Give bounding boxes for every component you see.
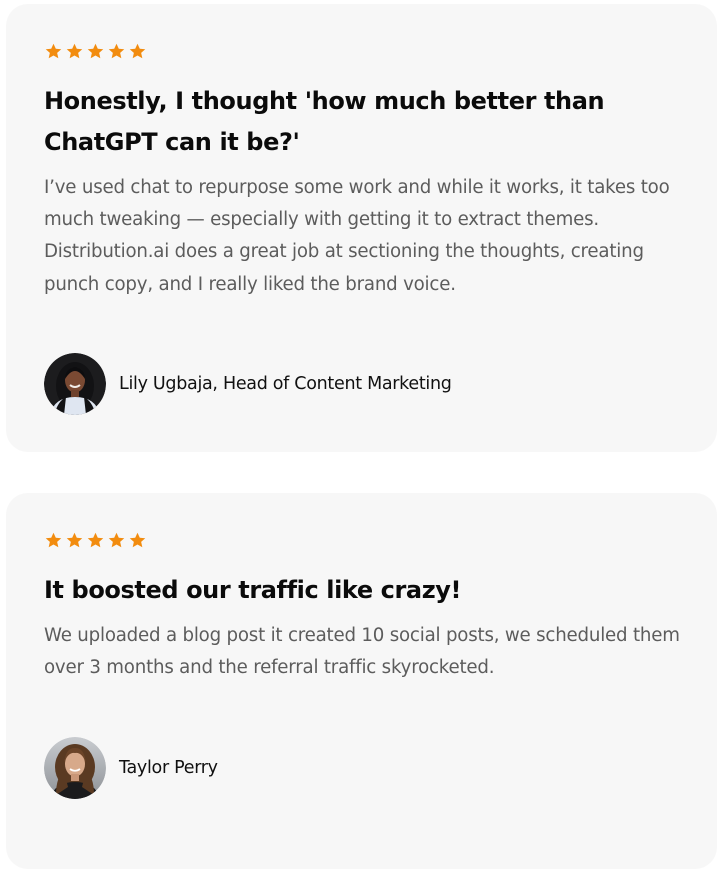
- testimonial-headline: It boosted our traffic like crazy!: [44, 576, 462, 604]
- star-icon: [129, 532, 146, 548]
- testimonial-author: Lily Ugbaja, Head of Content Marketing: [44, 353, 452, 415]
- avatar: [44, 737, 106, 799]
- star-icon: [66, 532, 83, 548]
- star-icon: [45, 532, 62, 548]
- star-rating: [44, 531, 147, 550]
- testimonial-card: It boosted our traffic like crazy! We up…: [6, 493, 717, 869]
- testimonial-body: I’ve used chat to repurpose some work an…: [44, 177, 670, 295]
- testimonial-card: Honestly, I thought 'how much better tha…: [6, 4, 717, 452]
- avatar: [44, 353, 106, 415]
- star-icon: [66, 43, 83, 59]
- author-name: Lily Ugbaja, Head of Content Marketing: [119, 374, 452, 394]
- star-icon: [87, 43, 104, 59]
- star-rating: [44, 42, 147, 61]
- testimonial-body: We uploaded a blog post it created 10 so…: [44, 625, 680, 679]
- testimonial-headline: Honestly, I thought 'how much better tha…: [44, 87, 605, 156]
- star-icon: [108, 43, 125, 59]
- testimonial-author: Taylor Perry: [44, 737, 218, 799]
- author-name: Taylor Perry: [119, 758, 218, 778]
- star-icon: [108, 532, 125, 548]
- star-icon: [87, 532, 104, 548]
- star-icon: [129, 43, 146, 59]
- star-icon: [45, 43, 62, 59]
